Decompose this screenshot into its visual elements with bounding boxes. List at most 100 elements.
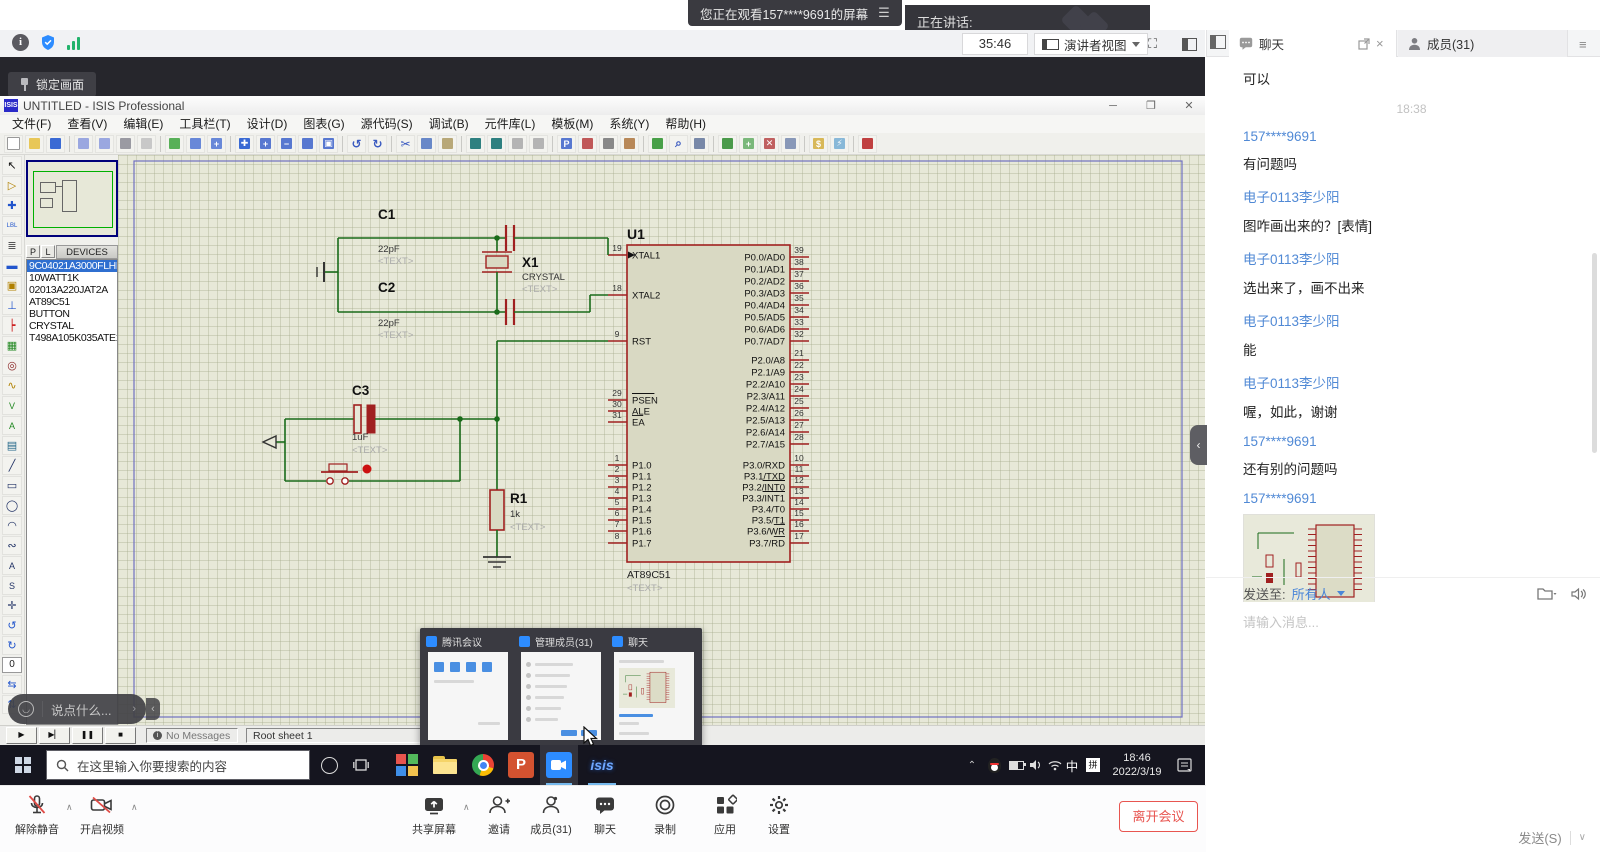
file-explorer-icon[interactable] xyxy=(428,745,462,785)
file-attach-icon[interactable] xyxy=(1537,586,1557,601)
packaging-tool-icon[interactable] xyxy=(599,135,618,153)
send-options-chevron[interactable]: ∨ xyxy=(1579,832,1586,843)
leave-meeting-button[interactable]: 离开会议 xyxy=(1119,801,1198,832)
battery-icon[interactable] xyxy=(1006,745,1026,785)
electrical-check-icon[interactable]: ⚡ xyxy=(830,135,849,153)
graph-icon[interactable]: ▦ xyxy=(2,336,22,355)
isis-titlebar[interactable]: ISIS UNTITLED - ISIS Professional ─ ❐ ✕ xyxy=(0,96,1205,116)
generator-icon[interactable]: ∿ xyxy=(2,376,22,395)
side-panel-icon[interactable] xyxy=(1182,38,1197,51)
meeting-control-设置[interactable]: 设置 xyxy=(750,792,808,837)
tape-recorder-icon[interactable]: ◎ xyxy=(2,356,22,375)
zoom-in-icon[interactable]: + xyxy=(256,135,275,153)
menu-item-5[interactable]: 图表(G) xyxy=(295,115,352,133)
wire-autorouter-icon[interactable] xyxy=(648,135,667,153)
device-list-item[interactable]: 10WATT1K xyxy=(27,272,117,284)
origin-icon[interactable]: + xyxy=(207,135,226,153)
device-list-item[interactable]: 02013A220JAT2A xyxy=(27,284,117,296)
rotate-ccw-icon[interactable]: ↺ xyxy=(2,616,22,635)
chat-input[interactable]: 请输入消息... xyxy=(1243,612,1319,631)
security-shield-icon[interactable] xyxy=(40,34,56,56)
new-sheet-icon[interactable]: + xyxy=(739,135,758,153)
device-list-item[interactable]: T498A105K035ATE10K xyxy=(27,332,117,344)
2d-symbol-icon[interactable]: S xyxy=(2,576,22,595)
close-tab-icon[interactable]: × xyxy=(1376,36,1384,51)
device-list-item[interactable]: AT89C51 xyxy=(27,296,117,308)
voltage-probe-icon[interactable]: V xyxy=(2,396,22,415)
action-center-icon[interactable] xyxy=(1172,745,1196,785)
block-move-icon[interactable] xyxy=(487,135,506,153)
qq-tray-icon[interactable] xyxy=(984,745,1004,785)
play-button[interactable]: ▶ xyxy=(6,727,37,744)
design-explorer-icon[interactable] xyxy=(718,135,737,153)
copy-icon[interactable] xyxy=(417,135,436,153)
junction-dot-icon[interactable]: ✚ xyxy=(2,196,22,215)
menu-item-9[interactable]: 模板(M) xyxy=(543,115,601,133)
meeting-control-应用[interactable]: 应用 xyxy=(696,792,754,837)
bus-icon[interactable]: ▬ xyxy=(2,256,22,275)
block-delete-icon[interactable] xyxy=(529,135,548,153)
menu-item-10[interactable]: 系统(Y) xyxy=(601,115,657,133)
chevron-up-icon[interactable]: ∧ xyxy=(463,802,470,813)
new-file-icon[interactable] xyxy=(4,135,23,153)
remove-sheet-icon[interactable]: ✕ xyxy=(760,135,779,153)
chat-collapse-handle[interactable]: ‹ xyxy=(1190,425,1207,465)
quick-chat-bubble[interactable]: ◡ 说点什么... › xyxy=(8,694,146,724)
pick-devices-button[interactable]: P xyxy=(26,245,40,258)
isis-close-button[interactable]: ✕ xyxy=(1176,99,1202,113)
quick-chat-placeholder[interactable]: 说点什么... xyxy=(51,700,124,719)
zoom-out-icon[interactable]: − xyxy=(277,135,296,153)
terminal-icon[interactable]: ⊥ xyxy=(2,296,22,315)
2d-line-icon[interactable]: ╱ xyxy=(2,456,22,475)
current-probe-icon[interactable]: A xyxy=(2,416,22,435)
pause-button[interactable]: ❚❚ xyxy=(72,727,103,744)
open-file-icon[interactable] xyxy=(25,135,44,153)
view-menu-icon[interactable]: ☰ xyxy=(878,5,890,21)
bubble-collapse-handle[interactable]: ‹ xyxy=(146,698,160,720)
device-list-item[interactable]: 9C04021A3000FLHF3 xyxy=(27,260,117,272)
menu-item-4[interactable]: 设计(D) xyxy=(239,115,296,133)
view-mode-selector[interactable]: 演讲者视图 xyxy=(1034,33,1148,55)
chevron-up-icon[interactable]: ∧ xyxy=(131,802,138,813)
start-button[interactable] xyxy=(0,745,46,785)
block-copy-icon[interactable] xyxy=(466,135,485,153)
virtual-instrument-icon[interactable]: ▤ xyxy=(2,436,22,455)
isis-maximize-button[interactable]: ❐ xyxy=(1138,99,1164,113)
input-language-indicator[interactable]: 中 xyxy=(1062,745,1082,785)
chat-message-list[interactable]: 可以18:38157****9691有问题吗电子0113李少阳图咋画出来的？[表… xyxy=(1206,57,1600,602)
property-assign-icon[interactable] xyxy=(690,135,709,153)
2d-box-icon[interactable]: ▭ xyxy=(2,476,22,495)
step-button[interactable]: ▶▏ xyxy=(39,727,70,744)
wire-label-icon[interactable]: LBL xyxy=(2,216,22,235)
tab-members[interactable]: 成员(31) xyxy=(1398,30,1568,57)
marker-icon[interactable]: ✛ xyxy=(2,596,22,615)
meeting-control-开启视频[interactable]: 开启视频 xyxy=(73,792,131,837)
search-tag-icon[interactable]: ⌕ xyxy=(669,135,688,153)
chrome-icon[interactable] xyxy=(466,745,500,785)
menu-item-2[interactable]: 编辑(E) xyxy=(115,115,171,133)
component-icon[interactable]: ▷ xyxy=(2,176,22,195)
pan-icon[interactable]: ✚ xyxy=(235,135,254,153)
task-view-icon[interactable] xyxy=(348,745,374,785)
text-script-icon[interactable]: ≣ xyxy=(2,236,22,255)
menu-item-0[interactable]: 文件(F) xyxy=(4,115,59,133)
device-pin-icon[interactable]: ┝ xyxy=(2,316,22,335)
panel-toggle-icon[interactable] xyxy=(1210,35,1226,49)
subcircuit-icon[interactable]: ▣ xyxy=(2,276,22,295)
redraw-icon[interactable] xyxy=(165,135,184,153)
2d-text-icon[interactable]: A xyxy=(2,556,22,575)
pick-device-icon[interactable]: P xyxy=(557,135,576,153)
menu-item-3[interactable]: 工具栏(T) xyxy=(171,115,238,133)
2d-circle-icon[interactable]: ◯ xyxy=(2,496,22,515)
network-signal-icon[interactable] xyxy=(66,34,82,50)
sound-icon[interactable] xyxy=(1571,587,1586,601)
tencent-meeting-icon[interactable] xyxy=(540,745,578,785)
rotation-angle-box[interactable]: 0 xyxy=(2,657,22,673)
stop-button[interactable]: ■ xyxy=(105,727,136,744)
bill-of-materials-icon[interactable]: $ xyxy=(809,135,828,153)
tab-chat[interactable]: 聊天 × xyxy=(1229,30,1397,57)
goto-sheet-icon[interactable] xyxy=(781,135,800,153)
print-icon[interactable] xyxy=(116,135,135,153)
powerpoint-icon[interactable]: P xyxy=(504,745,538,785)
save-icon[interactable] xyxy=(46,135,65,153)
